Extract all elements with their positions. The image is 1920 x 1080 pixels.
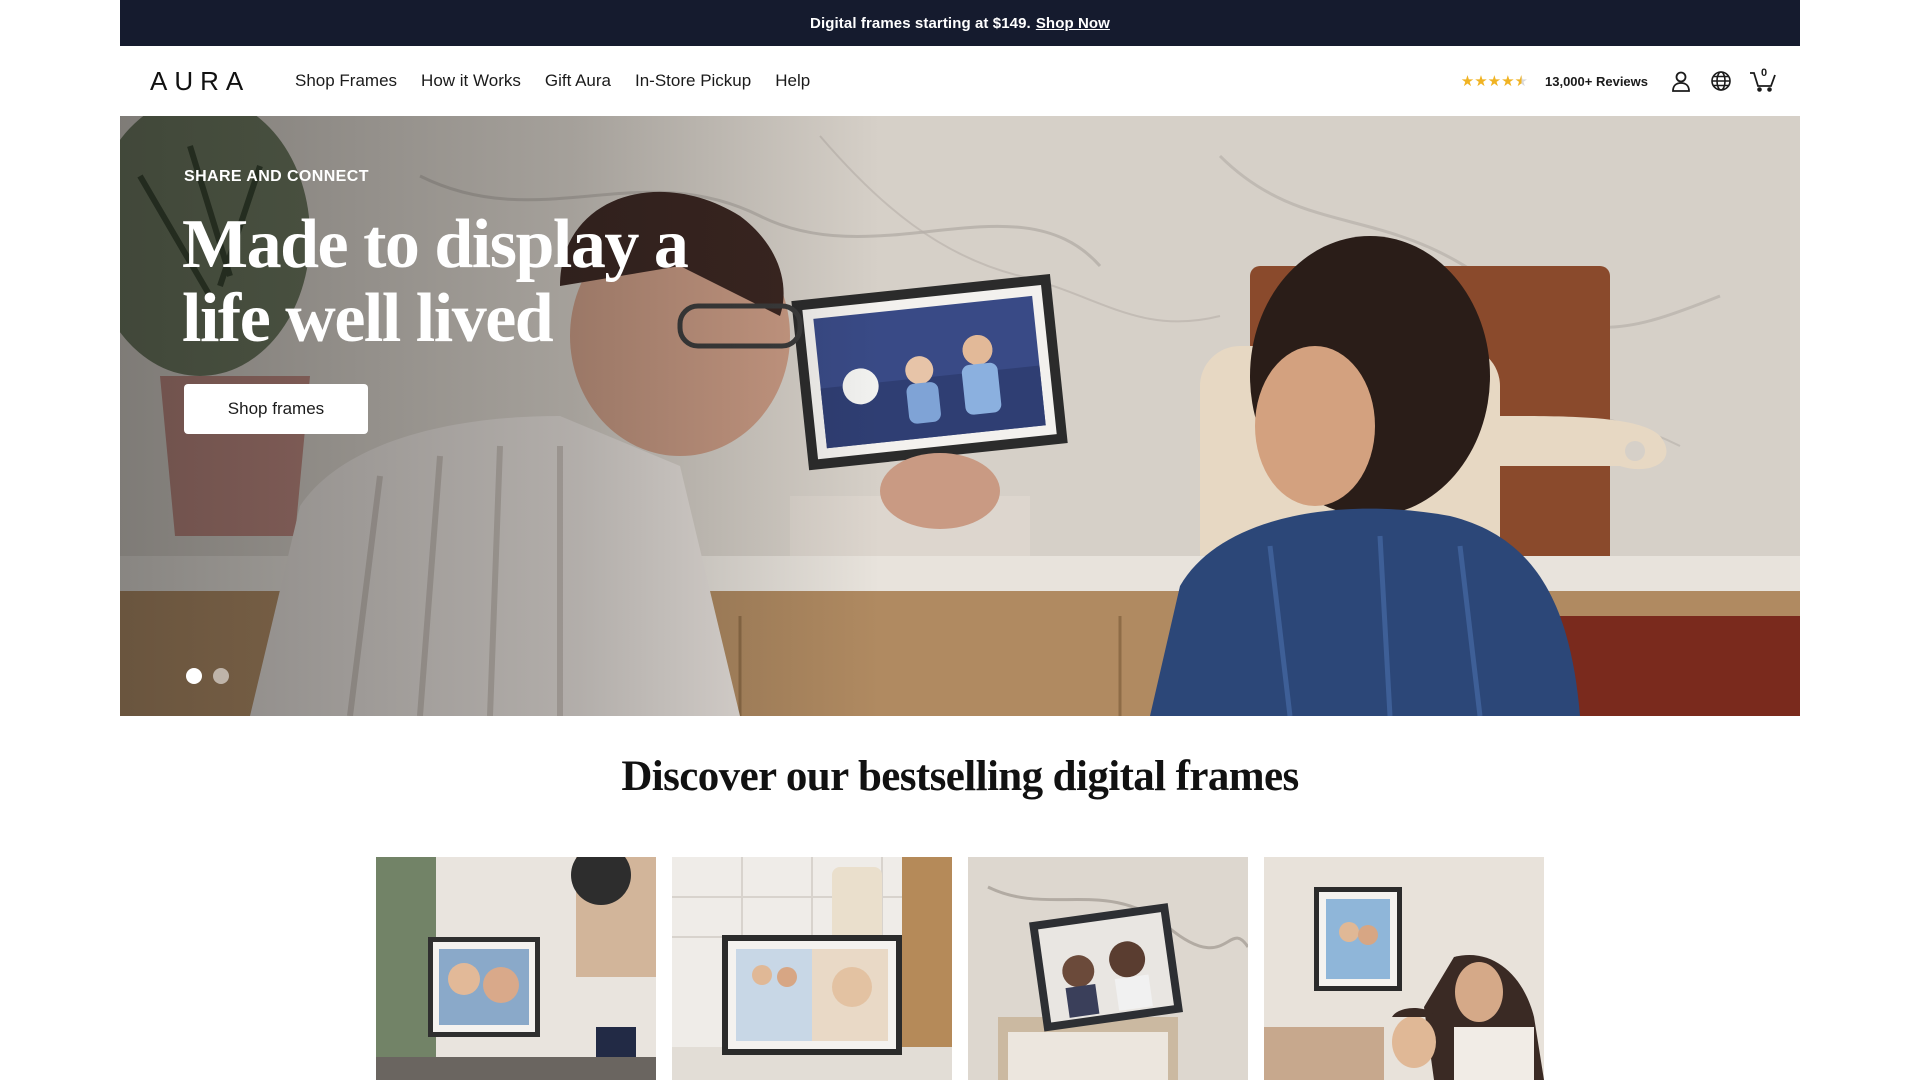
nav-shop-frames[interactable]: Shop Frames (295, 71, 397, 91)
nav-help[interactable]: Help (775, 71, 810, 91)
hero-eyebrow: SHARE AND CONNECT (184, 168, 369, 185)
star-icon: ★ (1460, 73, 1474, 90)
product-image (376, 857, 656, 1080)
main-nav: Shop Frames How it Works Gift Aura In-St… (295, 71, 810, 91)
hero-title: Made to display a life well lived (182, 206, 689, 357)
star-icon: ★ (1501, 73, 1514, 90)
carousel-dots (186, 668, 229, 684)
product-image (1264, 857, 1544, 1080)
nav-in-store-pickup[interactable]: In-Store Pickup (635, 71, 751, 91)
globe-icon[interactable] (1708, 68, 1734, 94)
product-card[interactable] (1264, 857, 1544, 1080)
announcement-bar: Digital frames starting at $149. Shop No… (120, 0, 1800, 46)
site-header: AURA Shop Frames How it Works Gift Aura … (120, 46, 1800, 116)
carousel-dot-1[interactable] (186, 668, 202, 684)
product-card[interactable] (672, 857, 952, 1080)
product-image (672, 857, 952, 1080)
nav-how-it-works[interactable]: How it Works (421, 71, 521, 91)
cart-count: 0 (1761, 67, 1768, 79)
rating-stars[interactable]: ★ ★ ★ ★ ★ (1460, 72, 1528, 90)
reviews-link[interactable]: 13,000+ Reviews (1545, 74, 1648, 89)
star-icon: ★ (1474, 73, 1487, 90)
aura-logo[interactable]: AURA (150, 66, 290, 97)
header-actions: ★ ★ ★ ★ ★ 13,000+ Reviews 0 (1460, 67, 1778, 94)
product-image (968, 857, 1248, 1080)
shop-frames-button[interactable]: Shop frames (184, 384, 368, 434)
half-star-icon: ★ (1514, 73, 1528, 90)
section-title: Discover our bestselling digital frames (621, 753, 1299, 800)
shop-now-link[interactable]: Shop Now (1036, 15, 1110, 32)
carousel-dot-2[interactable] (213, 668, 229, 684)
star-icon: ★ (1487, 73, 1501, 90)
page: Digital frames starting at $149. Shop No… (120, 0, 1800, 1080)
hero-banner: SHARE AND CONNECT Made to display a life… (120, 116, 1800, 716)
cart-icon[interactable]: 0 (1748, 67, 1778, 94)
product-card[interactable] (376, 857, 656, 1080)
product-card[interactable] (968, 857, 1248, 1080)
user-icon[interactable] (1668, 68, 1694, 94)
product-grid (376, 857, 1544, 1080)
announcement-text: Digital frames starting at $149. (810, 14, 1031, 32)
nav-gift-aura[interactable]: Gift Aura (545, 71, 611, 91)
